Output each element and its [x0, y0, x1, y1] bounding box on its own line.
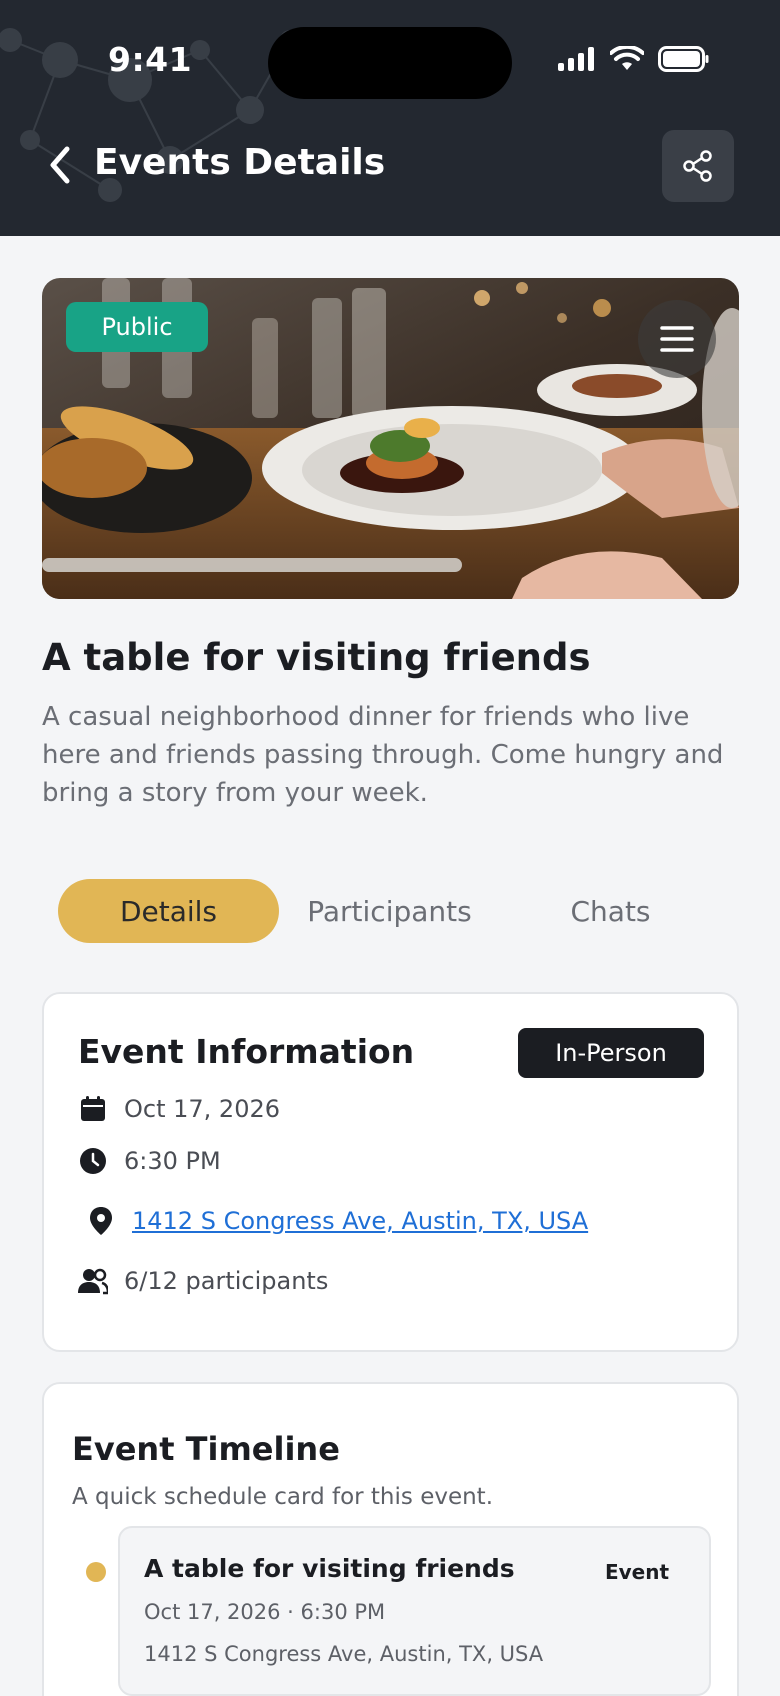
menu-icon [660, 326, 694, 352]
location-pin-icon [86, 1206, 116, 1236]
calendar-icon [78, 1094, 108, 1124]
event-description: A casual neighborhood dinner for friends… [42, 702, 724, 808]
status-time: 9:41 [108, 40, 193, 79]
signal-icon [558, 47, 594, 71]
chevron-left-icon [50, 146, 70, 184]
back-button[interactable] [42, 140, 78, 190]
timeline-item-title: A table for visiting friends [144, 1554, 515, 1583]
tab-details[interactable]: Details [58, 879, 279, 943]
event-information-card: Event Information In-Person Oct 17, 2026… [42, 992, 739, 1352]
tab-chats[interactable]: Chats [500, 879, 721, 943]
timeline-subtitle: A quick schedule card for this event. [72, 1484, 494, 1510]
date-row: Oct 17, 2026 [78, 1094, 280, 1124]
participants-count: 6/12 participants [124, 1267, 329, 1295]
clock-icon [78, 1146, 108, 1176]
network-pattern-decoration [0, 28, 300, 202]
timeline-item-datetime: Oct 17, 2026 · 6:30 PM [144, 1600, 386, 1624]
card-title: Event Information [78, 1032, 415, 1071]
timeline-title: Event Timeline [72, 1430, 340, 1468]
battery-icon [658, 46, 709, 72]
event-title: A table for visiting friends [42, 636, 591, 679]
app-header: 9:41 Events Details [0, 0, 780, 236]
tab-bar: Details Participants Chats [58, 879, 722, 943]
event-address-link[interactable]: 1412 S Congress Ave, Austin, TX, USA [132, 1207, 588, 1235]
share-icon [683, 150, 712, 182]
wifi-icon [610, 46, 644, 70]
participants-row: 6/12 participants [78, 1266, 328, 1296]
image-menu-button[interactable] [638, 300, 716, 378]
event-timeline-card: Event Timeline A quick schedule card for… [42, 1382, 739, 1696]
dynamic-island [268, 27, 512, 99]
visibility-badge: Public [66, 302, 208, 352]
event-mode-badge: In-Person [518, 1028, 704, 1078]
address-row: 1412 S Congress Ave, Austin, TX, USA [86, 1206, 588, 1236]
page-title: Events Details [94, 142, 386, 183]
tab-participants[interactable]: Participants [279, 879, 500, 943]
timeline-item-address: 1412 S Congress Ave, Austin, TX, USA [144, 1642, 544, 1666]
timeline-dot [86, 1562, 106, 1582]
timeline-item-tag: Event [604, 1560, 669, 1584]
event-cover-image: Public [42, 278, 739, 599]
event-date: Oct 17, 2026 [124, 1095, 280, 1123]
timeline-item[interactable]: A table for visiting friends Event Oct 1… [118, 1526, 711, 1696]
event-time: 6:30 PM [124, 1147, 221, 1175]
share-button[interactable] [662, 130, 734, 202]
time-row: 6:30 PM [78, 1146, 221, 1176]
users-icon [78, 1266, 108, 1296]
status-icons [558, 46, 710, 72]
